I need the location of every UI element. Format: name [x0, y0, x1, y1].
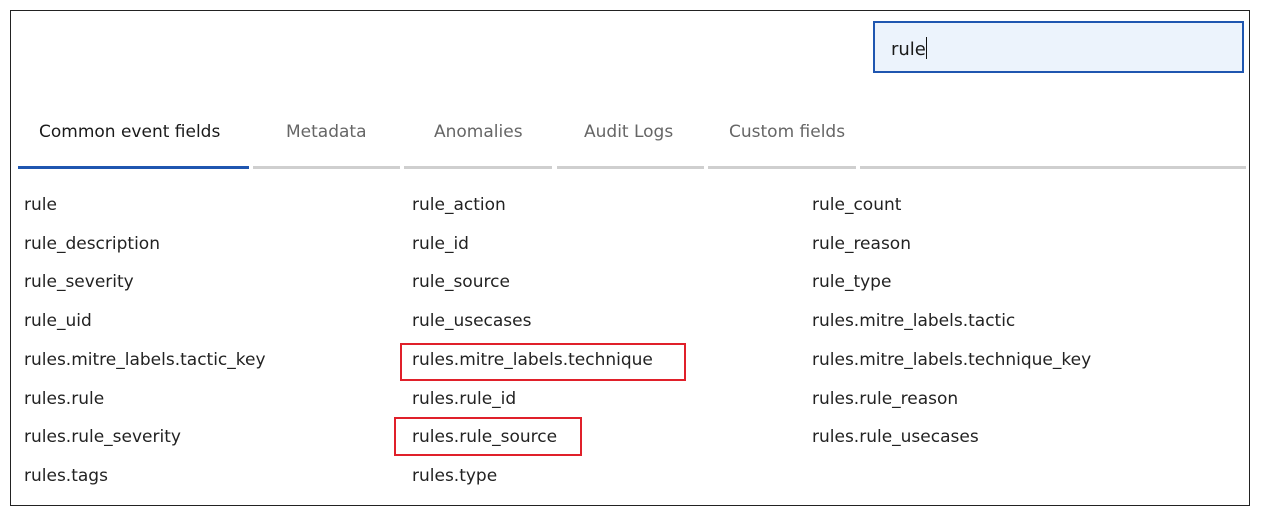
field-item[interactable]: rule_severity — [24, 272, 134, 292]
field-item[interactable]: rule_action — [412, 195, 506, 215]
tab-underline — [404, 166, 552, 169]
field-item[interactable]: rules.rule_id — [412, 389, 516, 409]
search-input[interactable]: rule — [873, 21, 1244, 73]
tab-underline — [253, 166, 400, 169]
field-item[interactable]: rule_source — [412, 272, 510, 292]
panel-frame — [10, 10, 1250, 506]
field-item[interactable]: rule_description — [24, 234, 160, 254]
tab-anomalies[interactable]: Anomalies — [434, 122, 523, 142]
search-input-value: rule — [891, 39, 926, 60]
tab-metadata[interactable]: Metadata — [286, 122, 367, 142]
field-item[interactable]: rule_type — [812, 272, 891, 292]
field-item[interactable]: rules.rule_usecases — [812, 427, 979, 447]
tab-audit-logs[interactable]: Audit Logs — [584, 122, 673, 142]
text-caret — [925, 37, 927, 59]
tab-custom-fields[interactable]: Custom fields — [729, 122, 845, 142]
highlight-box-rule-source — [394, 417, 582, 456]
field-item[interactable]: rule_id — [412, 234, 469, 254]
field-item[interactable]: rule_uid — [24, 311, 92, 331]
field-item[interactable]: rules.rule_severity — [24, 427, 181, 447]
tab-active-indicator — [18, 166, 249, 169]
highlight-box-technique — [400, 343, 686, 381]
tab-common-event-fields[interactable]: Common event fields — [39, 122, 220, 142]
field-item[interactable]: rules.rule — [24, 389, 104, 409]
field-item[interactable]: rule_count — [812, 195, 901, 215]
field-item[interactable]: rules.mitre_labels.tactic — [812, 311, 1015, 331]
field-item[interactable]: rule_reason — [812, 234, 911, 254]
field-item[interactable]: rules.type — [412, 466, 497, 486]
tab-underline — [708, 166, 856, 169]
field-item[interactable]: rules.mitre_labels.tactic_key — [24, 350, 266, 370]
field-item[interactable]: rules.rule_reason — [812, 389, 958, 409]
field-item[interactable]: rules.mitre_labels.technique_key — [812, 350, 1091, 370]
tab-underline — [860, 166, 1246, 169]
field-item[interactable]: rule_usecases — [412, 311, 531, 331]
field-item[interactable]: rules.tags — [24, 466, 108, 486]
tab-underline — [557, 166, 704, 169]
field-item[interactable]: rule — [24, 195, 57, 215]
